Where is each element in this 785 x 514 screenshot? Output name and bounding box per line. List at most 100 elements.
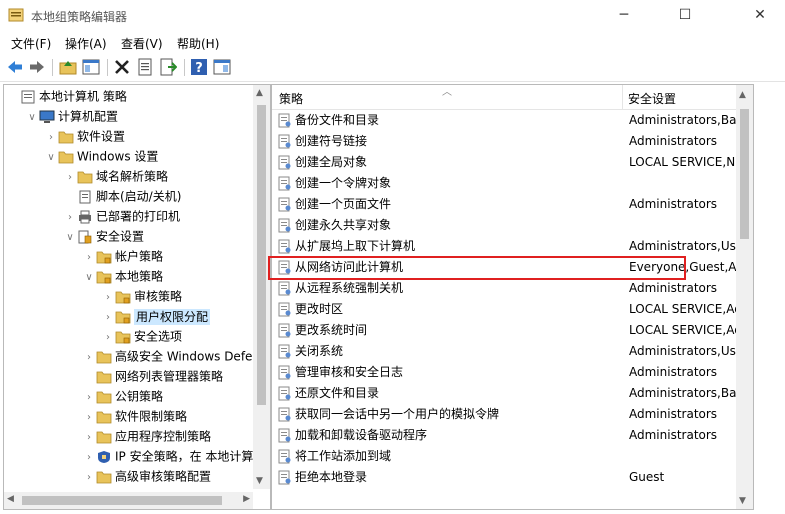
policy-row[interactable]: 更改时区 LOCAL SERVICE,Administrators (272, 299, 736, 320)
tree-item-label: Windows 设置 (77, 149, 159, 164)
policy-setting-icon (278, 428, 291, 443)
tree-item[interactable]: ∨ 本地策略 (82, 266, 163, 286)
policy-row[interactable]: 创建一个页面文件 Administrators (272, 194, 736, 215)
export-list-icon[interactable] (159, 58, 177, 76)
tree-item[interactable]: › 安全选项 (101, 326, 182, 346)
collapsed-chevron-icon[interactable]: › (63, 208, 77, 228)
up-folder-icon[interactable] (59, 58, 77, 76)
policy-row[interactable]: 从远程系统强制关机 Administrators (272, 278, 736, 299)
policy-row[interactable]: 拒绝本地登录 Guest (272, 467, 736, 488)
policy-row[interactable]: 管理审核和安全日志 Administrators (272, 362, 736, 383)
tree-item[interactable]: 网络列表管理器策略 (82, 366, 223, 386)
policy-list-pane[interactable]: ︿ 策略 安全设置 备份文件和目录 Administrators,Backup 创建… (271, 84, 754, 510)
tree-horizontal-scrollbar[interactable]: ◀ ▶ (4, 492, 253, 509)
policy-row[interactable]: 创建一个令牌对象 (272, 173, 736, 194)
tree-item-label: 本地计算机 策略 (39, 89, 127, 104)
policy-row[interactable]: 创建永久共享对象 (272, 215, 736, 236)
tree-item-label: 软件设置 (77, 129, 126, 144)
tree-item[interactable]: › IP 安全策略，在 本地计算机 (82, 446, 265, 466)
folder-lock-icon (115, 291, 131, 303)
expanded-chevron-icon[interactable]: ∨ (63, 228, 77, 248)
tree-item[interactable]: ∨ Windows 设置 (44, 146, 158, 166)
back-arrow-icon[interactable] (6, 58, 24, 76)
tree-item[interactable]: › 高级安全 Windows Defende (82, 346, 270, 368)
properties-icon[interactable] (136, 58, 154, 76)
menu-help[interactable]: 帮助(H) (177, 35, 219, 52)
folder-lock-icon (115, 311, 131, 323)
policy-row[interactable]: 备份文件和目录 Administrators,Backup (272, 110, 736, 131)
policy-setting-icon (278, 155, 291, 170)
tree-item[interactable]: ∨ 计算机配置 (25, 106, 118, 126)
tree-item[interactable]: ∨ 安全设置 (63, 226, 144, 246)
forward-arrow-icon[interactable] (28, 58, 46, 76)
collapsed-chevron-icon[interactable]: › (82, 408, 96, 428)
tree-item[interactable]: › 公钥策略 (82, 386, 163, 406)
show-hide-tree-icon[interactable] (82, 58, 100, 76)
tree-item[interactable]: 脚本(启动/关机) (63, 186, 181, 206)
collapsed-chevron-icon[interactable]: › (63, 168, 77, 188)
list-header: ︿ 策略 安全设置 (272, 85, 736, 110)
policy-setting-icon (278, 176, 291, 191)
policy-row[interactable]: 获取同一会话中另一个用户的模拟令牌 Administrators (272, 404, 736, 425)
list-vertical-scrollbar[interactable]: ▲ ▼ (736, 85, 753, 509)
collapsed-chevron-icon[interactable]: › (101, 288, 115, 308)
policy-security-setting: LOCAL SERVICE,NETWORK (629, 155, 736, 169)
minimize-button[interactable]: ─ (601, 0, 647, 32)
folder-icon (96, 471, 112, 483)
console-icon[interactable] (213, 58, 231, 76)
help-icon[interactable]: ? (190, 58, 208, 76)
collapsed-chevron-icon[interactable]: › (44, 128, 58, 148)
menu-action[interactable]: 操作(A) (65, 35, 107, 52)
policy-row[interactable]: 更改系统时间 LOCAL SERVICE,Administrators (272, 320, 736, 341)
menu-file[interactable]: 文件(F) (11, 35, 51, 52)
collapsed-chevron-icon[interactable]: › (101, 308, 115, 328)
tree-item[interactable]: › 已部署的打印机 (63, 206, 180, 226)
expanded-chevron-icon[interactable]: ∨ (82, 268, 96, 288)
tree-item[interactable]: 本地计算机 策略 (6, 86, 127, 106)
expanded-chevron-icon[interactable]: ∨ (25, 108, 39, 128)
collapsed-chevron-icon[interactable]: › (82, 348, 96, 368)
policy-security-setting: Administrators (629, 428, 718, 442)
collapsed-chevron-icon[interactable]: › (82, 388, 96, 408)
policy-row[interactable]: 加载和卸载设备驱动程序 Administrators (272, 425, 736, 446)
policy-security-setting: Administrators (629, 281, 718, 295)
policy-row[interactable]: 创建全局对象 LOCAL SERVICE,NETWORK (272, 152, 736, 173)
tree-item[interactable]: › 软件设置 (44, 126, 125, 146)
window-title: 本地组策略编辑器 (31, 10, 128, 24)
folder-icon (96, 371, 112, 383)
tree-item[interactable]: › 用户权限分配 (101, 306, 211, 328)
tree-pane[interactable]: 本地计算机 策略 ∨ 计算机配置 › 软件设置 ∨ Windows 设置 › 域名解析策略 脚本(… (3, 84, 271, 510)
tree-item[interactable]: › 应用程序控制策略 (82, 426, 211, 446)
policy-setting-icon (278, 365, 291, 380)
policy-row[interactable]: 还原文件和目录 Administrators,Backup (272, 383, 736, 404)
collapsed-chevron-icon[interactable]: › (82, 248, 96, 268)
menu-view[interactable]: 查看(V) (121, 35, 163, 52)
column-header-policy[interactable]: 策略 (279, 90, 303, 107)
tree-item[interactable]: › 软件限制策略 (82, 406, 187, 426)
close-button[interactable]: ✕ (737, 0, 783, 32)
tree-item[interactable]: › 域名解析策略 (63, 166, 168, 186)
tree-item[interactable]: › 审核策略 (101, 286, 182, 306)
maximize-button[interactable]: ☐ (662, 0, 708, 32)
collapsed-chevron-icon[interactable]: › (82, 468, 96, 488)
tree-item-label: 用户权限分配 (134, 308, 211, 325)
collapsed-chevron-icon[interactable]: › (101, 328, 115, 348)
computer-config-icon (39, 110, 55, 123)
delete-icon[interactable] (113, 58, 131, 76)
policy-row[interactable]: 从扩展坞上取下计算机 Administrators,Users (272, 236, 736, 257)
column-header-setting[interactable]: 安全设置 (628, 90, 676, 107)
policy-row[interactable]: 创建符号链接 Administrators (272, 131, 736, 152)
collapsed-chevron-icon[interactable]: › (82, 428, 96, 448)
tree-vertical-scrollbar[interactable]: ▲ ▼ (253, 85, 270, 489)
folder-icon (96, 411, 112, 423)
security-icon (78, 230, 92, 243)
policy-row[interactable]: 将工作站添加到域 (272, 446, 736, 467)
collapsed-chevron-icon[interactable]: › (82, 448, 96, 468)
tree-item[interactable]: › 帐户策略 (82, 246, 163, 266)
tree-item[interactable]: › 高级审核策略配置 (82, 466, 211, 486)
policy-row[interactable]: 关闭系统 Administrators,Users (272, 341, 736, 362)
policy-security-setting: LOCAL SERVICE,Administrators (629, 323, 736, 337)
expanded-chevron-icon[interactable]: ∨ (44, 148, 58, 168)
policy-name: 备份文件和目录 (295, 113, 380, 127)
ip-security-icon (98, 450, 110, 463)
